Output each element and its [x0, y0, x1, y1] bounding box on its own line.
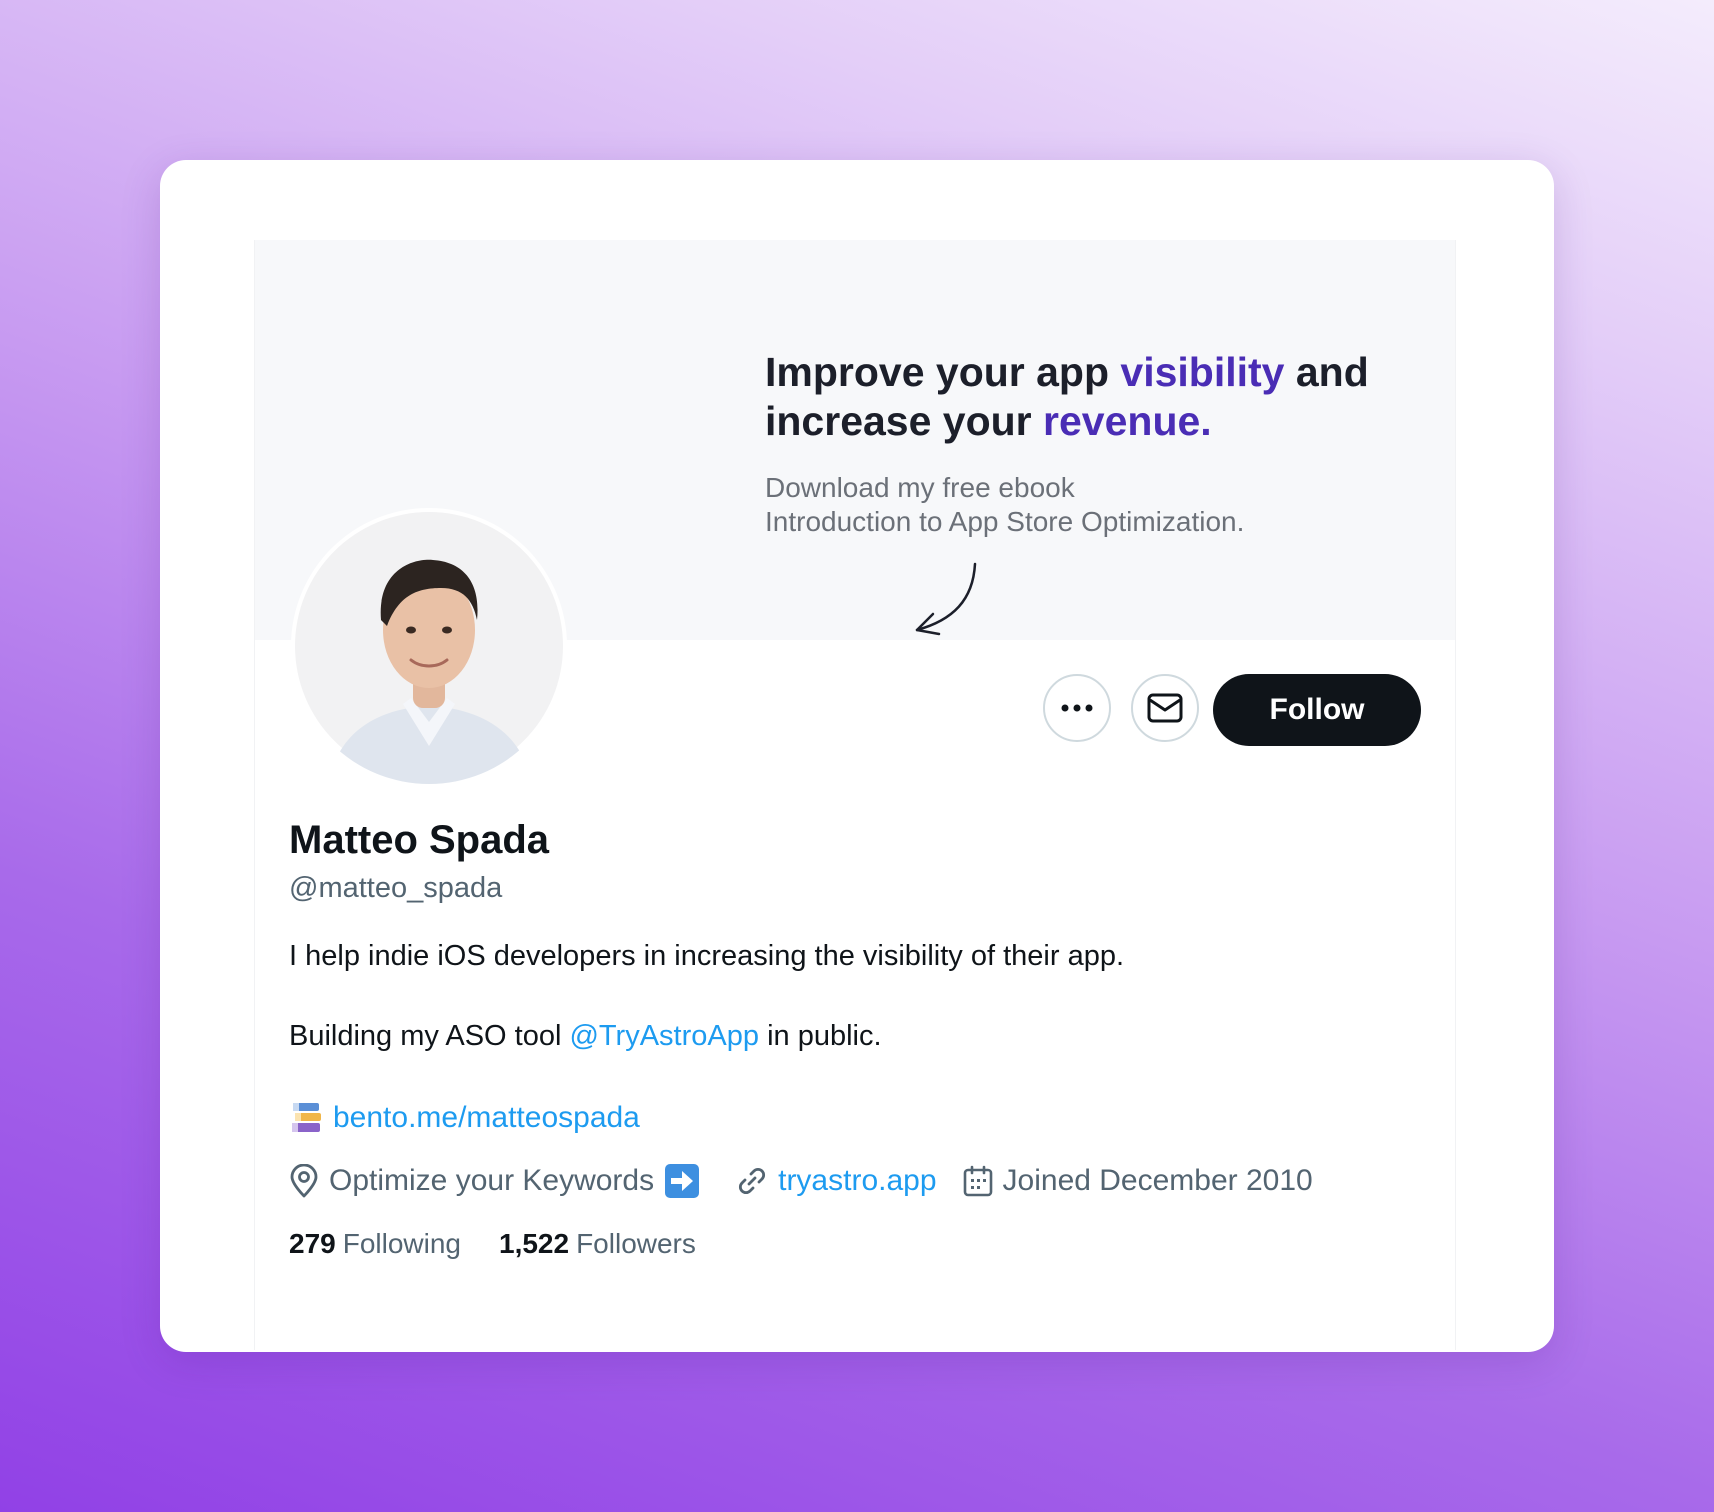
website-link[interactable]: tryastro.app: [778, 1164, 936, 1198]
profile-name: Matteo Spada: [289, 818, 550, 862]
more-options-button[interactable]: [1043, 674, 1111, 742]
profile-meta-row: Optimize your Keywords tryastro.app Join…: [289, 1163, 1339, 1199]
profile-handle: @matteo_spada: [289, 872, 503, 904]
books-icon: [292, 1103, 321, 1132]
following-count: 279: [289, 1228, 336, 1259]
more-icon: [1061, 704, 1093, 712]
following-label: Following: [342, 1228, 461, 1259]
right-arrow-icon: [665, 1164, 700, 1198]
location-text: Optimize your Keywords: [329, 1164, 655, 1197]
banner-subtitle: Download my free ebook Introduction to A…: [765, 471, 1405, 539]
profile-bio-line: I help indie iOS developers in increasin…: [289, 940, 1125, 972]
bio-text: Building my ASO tool: [289, 1020, 570, 1052]
followers-stat[interactable]: 1,522 Followers: [499, 1228, 696, 1260]
message-button[interactable]: [1131, 674, 1199, 742]
profile-bio-line: Building my ASO tool @TryAstroApp in pub…: [289, 1020, 1419, 1053]
following-stat[interactable]: 279 Following: [289, 1228, 461, 1260]
avatar[interactable]: [291, 508, 567, 784]
banner-headline-text: Improve your app: [765, 349, 1121, 395]
profile-panel: Improve your app visibility and increase…: [254, 240, 1456, 1350]
calendar-icon: [963, 1165, 992, 1197]
website-item: tryastro.app: [736, 1164, 937, 1198]
banner-headline-accent: revenue.: [1043, 398, 1212, 444]
followers-count: 1,522: [499, 1228, 570, 1259]
joined-text: Joined December 2010: [1002, 1164, 1313, 1197]
followers-label: Followers: [576, 1228, 696, 1259]
bio-text: in public.: [759, 1020, 882, 1052]
banner-subtitle-line: Introduction to App Store Optimization.: [765, 506, 1245, 537]
banner-headline: Improve your app visibility and increase…: [765, 348, 1405, 446]
link-icon: [739, 1167, 766, 1195]
curved-arrow-icon: [915, 562, 977, 636]
avatar-portrait: [295, 512, 563, 784]
profile-card: Improve your app visibility and increase…: [160, 160, 1554, 1352]
banner-headline-accent: visibility: [1120, 349, 1285, 395]
mail-icon: [1147, 693, 1183, 723]
follow-stats: 279 Following 1,522 Followers: [289, 1228, 734, 1260]
joined-item: Joined December 2010: [963, 1164, 1313, 1198]
location-item: Optimize your Keywords: [289, 1163, 710, 1199]
mention-link[interactable]: @TryAstroApp: [569, 1020, 759, 1052]
bento-link-row: bento.me/matteospada: [289, 1100, 640, 1136]
location-pin-icon: [290, 1164, 318, 1198]
follow-button[interactable]: Follow: [1213, 674, 1421, 746]
bento-link[interactable]: bento.me/matteospada: [333, 1101, 640, 1135]
banner-subtitle-line: Download my free ebook: [765, 472, 1075, 503]
